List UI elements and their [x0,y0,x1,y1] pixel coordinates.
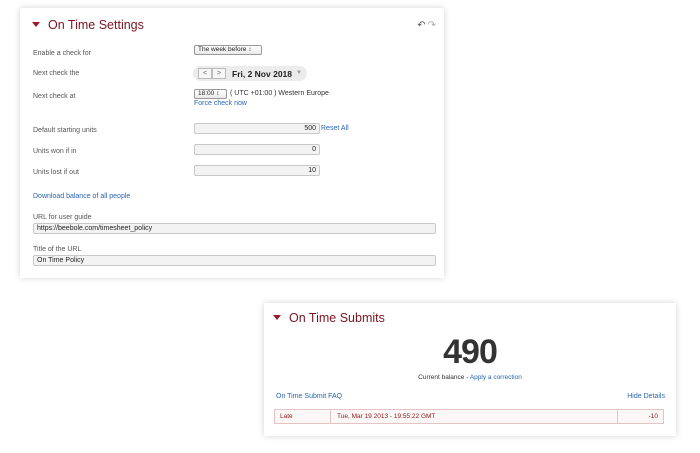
timezone-text: ( UTC +01:00 ) Western Europe [230,90,329,97]
row-status: Late [280,413,293,420]
date-dropdown-icon[interactable]: ▼ [296,70,302,76]
apply-correction-link[interactable]: Apply a correction [470,374,522,381]
next-check-label: Next check the [33,70,80,77]
column-divider [330,410,331,423]
time-value: 18:00 [198,90,215,97]
undo-icon[interactable]: ↶ [417,20,425,31]
url-title-label: Title of the URL [33,246,82,253]
balance-label: Current balance - [418,374,469,381]
select-arrows-icon: ↕ [248,47,252,53]
row-value: -10 [648,413,658,420]
caret-down-icon[interactable] [32,22,40,28]
faq-link[interactable]: On Time Submit FAQ [276,393,342,400]
balance-value: 490 [443,333,498,371]
date-picker[interactable]: < > Fri, 2 Nov 2018 ▼ [193,66,307,81]
next-date-button[interactable]: > [212,68,226,79]
balance-line: Current balance - Apply a correction [264,374,676,381]
force-check-link[interactable]: Force check now [194,100,247,107]
default-units-label: Default starting units [33,127,97,134]
enable-check-select[interactable]: The week before ↕ [194,45,262,55]
table-row: Late Tue, Mar 19 2013 - 19:55:22 GMT -10 [274,409,664,424]
time-select[interactable]: 18:00 ↕ [194,89,227,99]
units-lost-label: Units lost if out [33,169,79,176]
next-check-date: Fri, 2 Nov 2018 [232,69,293,79]
reset-all-link[interactable]: Reset All [321,125,349,132]
hide-details-link[interactable]: Hide Details [627,393,665,400]
settings-title[interactable]: On Time Settings [32,18,144,32]
next-check-at-label: Next check at [33,93,76,100]
units-won-input[interactable]: 0 [194,144,320,155]
row-timestamp: Tue, Mar 19 2013 - 19:55:22 GMT [337,413,436,420]
on-time-settings-panel: On Time Settings ↶ ↷ Enable a check for T… [20,8,444,278]
caret-down-icon[interactable] [273,315,281,321]
enable-check-value: The week before [198,46,247,53]
column-divider [617,410,618,423]
select-arrows-icon: ↕ [216,91,220,97]
units-lost-input[interactable]: 10 [194,165,320,176]
url-guide-input[interactable]: https://beebole.com/timesheet_policy [33,223,436,234]
submits-title-text: On Time Submits [289,311,385,325]
default-units-input[interactable]: 500 [194,123,320,134]
url-title-input[interactable]: On Time Policy [33,255,436,266]
on-time-submits-panel: On Time Submits 490 Current balance - Ap… [264,303,676,436]
download-balance-link[interactable]: Download balance of all people [33,193,130,200]
history-controls: ↶ ↷ [415,20,436,31]
submits-title[interactable]: On Time Submits [273,311,385,325]
units-won-label: Units won if in [33,148,77,155]
redo-icon[interactable]: ↷ [428,20,436,31]
settings-title-text: On Time Settings [48,18,144,32]
url-guide-label: URL for user guide [33,214,92,221]
enable-check-label: Enable a check for [33,50,91,57]
prev-date-button[interactable]: < [198,68,212,79]
